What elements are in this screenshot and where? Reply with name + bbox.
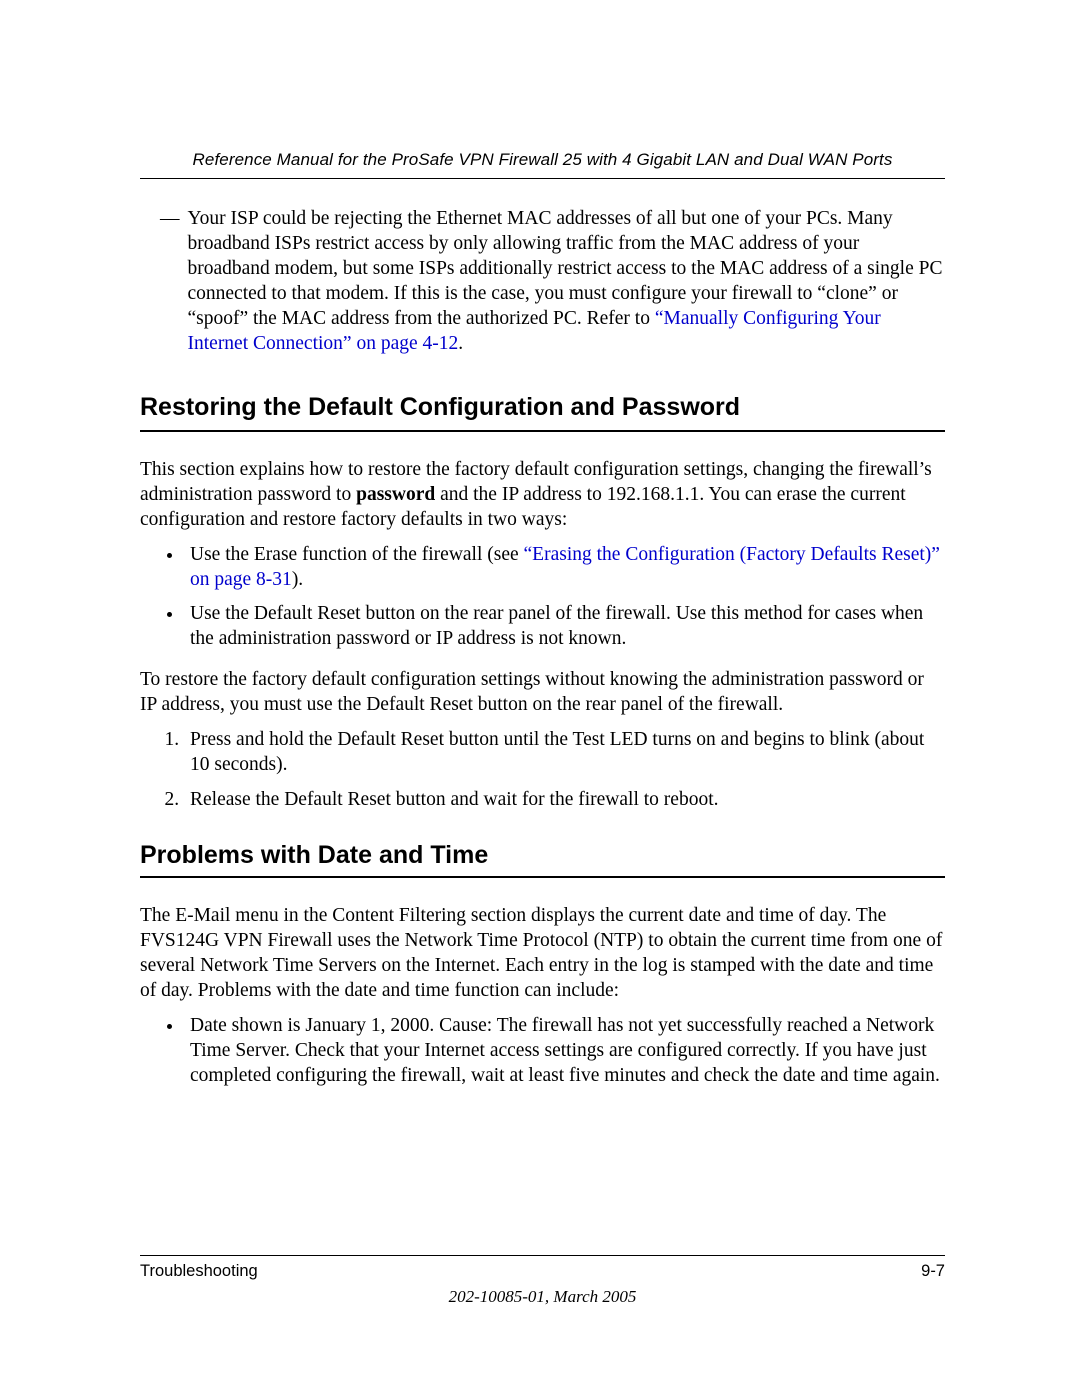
list-item: Press and hold the Default Reset button … (184, 728, 945, 778)
bullet-text-a: Use the Erase function of the firewall (… (190, 544, 524, 565)
section1-paragraph2: To restore the factory default configura… (140, 668, 945, 718)
section1-steps: Press and hold the Default Reset button … (140, 728, 945, 813)
page-content: Reference Manual for the ProSafe VPN Fir… (0, 0, 1080, 1089)
dash-list-item: — Your ISP could be rejecting the Ethern… (160, 207, 945, 357)
list-item: Release the Default Reset button and wai… (184, 788, 945, 813)
section1-bullets: Use the Erase function of the firewall (… (140, 543, 945, 653)
bullet-text-b: ). (292, 569, 303, 590)
section2-bullets: Date shown is January 1, 2000. Cause: Th… (140, 1014, 945, 1089)
section1-paragraph1: This section explains how to restore the… (140, 458, 945, 533)
dash-bullet: — (160, 207, 188, 357)
page-footer: Troubleshooting 9-7 202-10085-01, March … (140, 1255, 945, 1307)
section2-paragraph1: The E-Mail menu in the Content Filtering… (140, 904, 945, 1004)
page-number: 9-7 (921, 1262, 945, 1281)
dash-body-text: Your ISP could be rejecting the Ethernet… (188, 207, 946, 357)
footer-left: Troubleshooting (140, 1262, 258, 1281)
footer-row: Troubleshooting 9-7 (140, 1262, 945, 1281)
footer-docid: 202-10085-01, March 2005 (140, 1287, 945, 1307)
password-bold: password (356, 484, 435, 505)
list-item: Use the Erase function of the firewall (… (184, 543, 945, 593)
section-heading-restoring: Restoring the Default Configuration and … (140, 393, 945, 432)
document-header: Reference Manual for the ProSafe VPN Fir… (140, 150, 945, 179)
period: . (458, 333, 463, 354)
section-heading-date-time: Problems with Date and Time (140, 841, 945, 878)
list-item: Use the Default Reset button on the rear… (184, 602, 945, 652)
list-item: Date shown is January 1, 2000. Cause: Th… (184, 1014, 945, 1089)
footer-rule (140, 1255, 945, 1256)
